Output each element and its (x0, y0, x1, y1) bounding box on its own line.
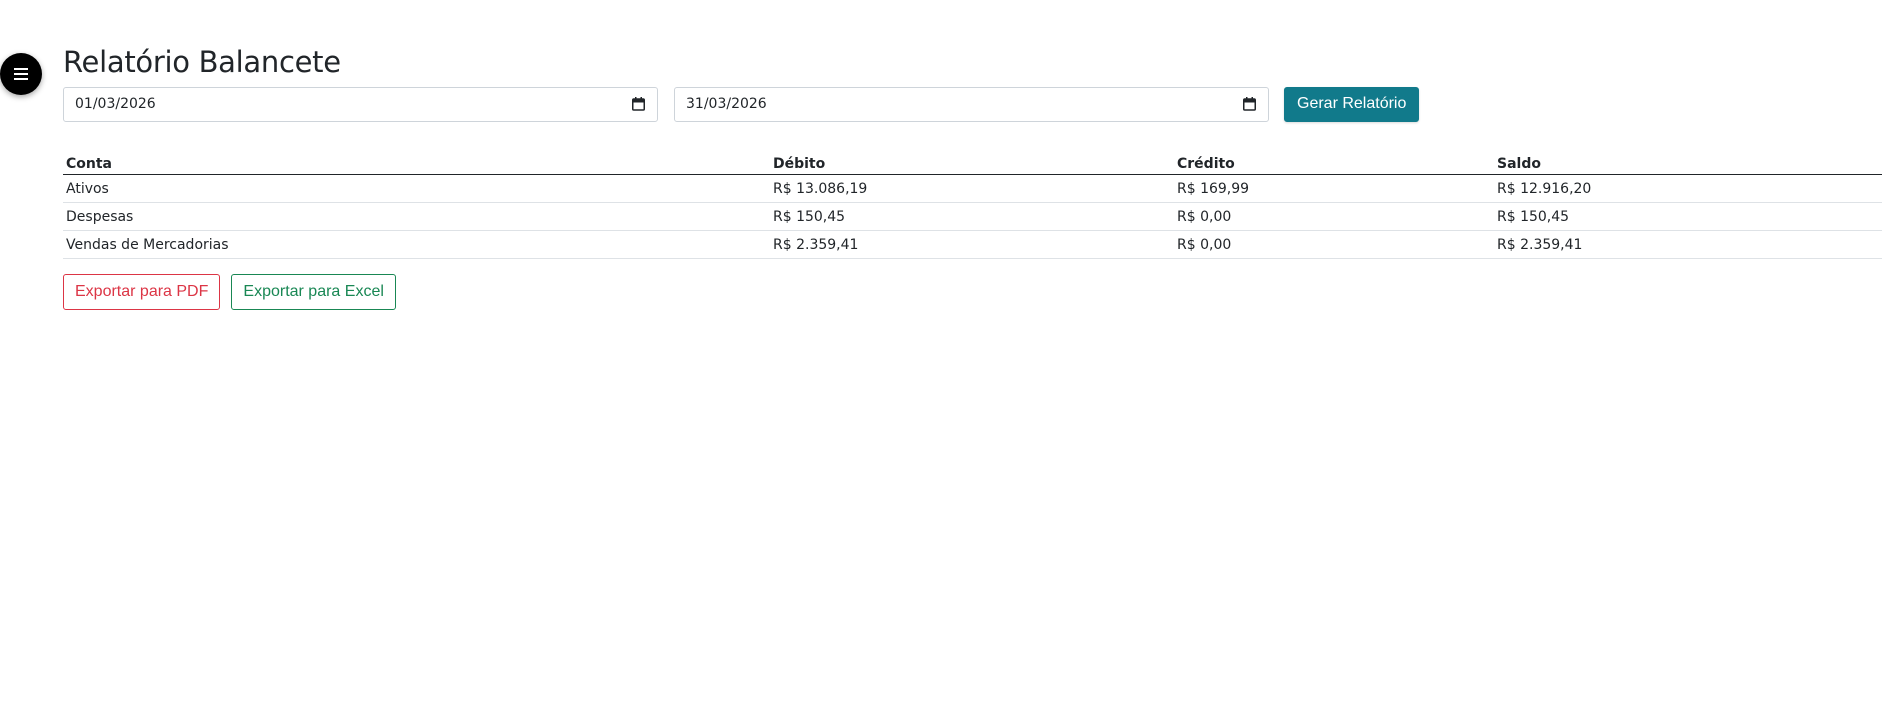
cell-conta: Vendas de Mercadorias (63, 230, 770, 259)
cell-debito: R$ 150,45 (770, 202, 1174, 231)
menu-toggle-button[interactable] (0, 53, 42, 95)
cell-credito: R$ 0,00 (1174, 230, 1494, 259)
export-excel-button[interactable]: Exportar para Excel (231, 274, 396, 310)
column-header-saldo: Saldo (1494, 148, 1882, 175)
hamburger-icon (14, 68, 28, 80)
end-date-value: 31/03/2026 (686, 96, 767, 112)
cell-saldo: R$ 150,45 (1494, 202, 1882, 231)
column-header-conta: Conta (63, 148, 770, 175)
table-row: Vendas de Mercadorias R$ 2.359,41 R$ 0,0… (63, 230, 1882, 259)
calendar-icon[interactable] (1242, 97, 1256, 111)
export-pdf-button[interactable]: Exportar para PDF (63, 274, 221, 310)
cell-conta: Ativos (63, 174, 770, 203)
table-row: Ativos R$ 13.086,19 R$ 169,99 R$ 12.916,… (63, 174, 1882, 203)
cell-conta: Despesas (63, 202, 770, 231)
column-header-debito: Débito (770, 148, 1174, 175)
page: Relatório Balancete 01/03/2026 31/03/202… (0, 0, 1882, 705)
main-content: Relatório Balancete 01/03/2026 31/03/202… (63, 40, 1882, 310)
end-date-input[interactable]: 31/03/2026 (674, 86, 1269, 122)
cell-debito: R$ 13.086,19 (770, 174, 1174, 203)
cell-saldo: R$ 12.916,20 (1494, 174, 1882, 203)
cell-credito: R$ 0,00 (1174, 202, 1494, 231)
start-date-value: 01/03/2026 (75, 96, 156, 112)
start-date-input[interactable]: 01/03/2026 (63, 86, 658, 122)
cell-saldo: R$ 2.359,41 (1494, 230, 1882, 259)
export-actions: Exportar para PDF Exportar para Excel (63, 274, 1882, 310)
column-header-credito: Crédito (1174, 148, 1494, 175)
cell-credito: R$ 169,99 (1174, 174, 1494, 203)
calendar-icon[interactable] (631, 97, 645, 111)
page-title: Relatório Balancete (63, 45, 341, 79)
cell-debito: R$ 2.359,41 (770, 230, 1174, 259)
generate-report-button[interactable]: Gerar Relatório (1284, 86, 1420, 122)
table-header-row: Conta Débito Crédito Saldo (63, 148, 1882, 175)
table-row: Despesas R$ 150,45 R$ 0,00 R$ 150,45 (63, 202, 1882, 231)
report-filters: 01/03/2026 31/03/2026 Gerar Relatório (63, 86, 1882, 122)
balance-report-table: Conta Débito Crédito Saldo Ativos R$ 13.… (63, 148, 1882, 259)
